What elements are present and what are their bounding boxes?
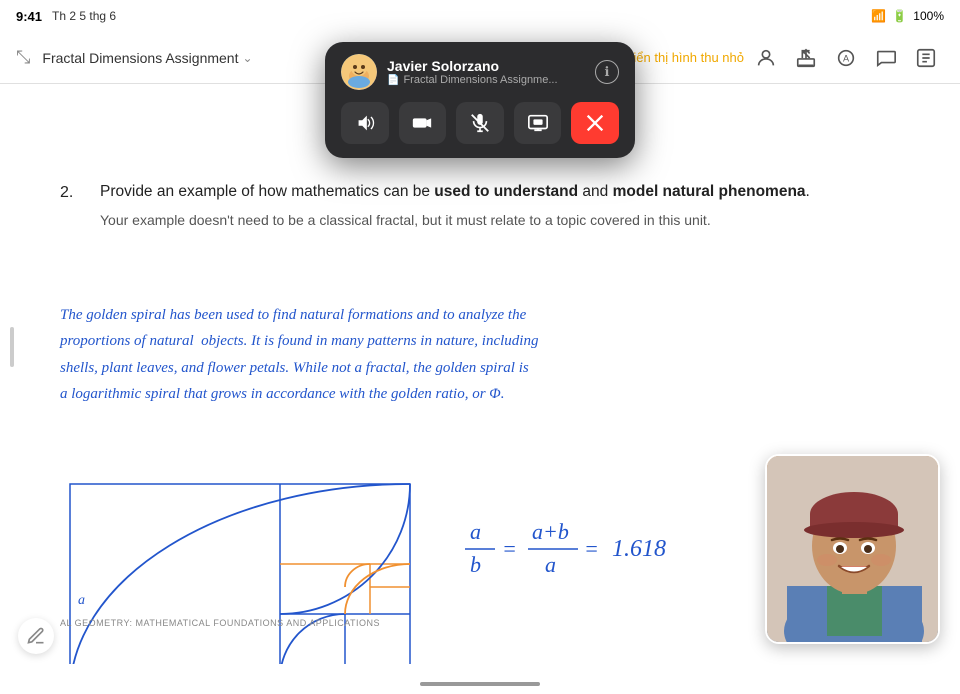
fibonacci-diagram: a a b bbox=[60, 474, 430, 664]
status-bar: 9:41 Th 2 5 thg 6 📶 🔋 100% bbox=[0, 0, 960, 32]
pencil-tool-button[interactable] bbox=[18, 618, 54, 654]
math-formula: a b = a+b a = 1.618 bbox=[460, 504, 720, 600]
selfie-face bbox=[767, 456, 938, 642]
facetime-avatar bbox=[341, 54, 377, 90]
facetime-mic-button[interactable] bbox=[456, 102, 504, 144]
wifi-icon: 📶 bbox=[871, 9, 886, 23]
home-indicator bbox=[420, 682, 540, 686]
share-icon-button[interactable] bbox=[788, 40, 824, 76]
svg-text:=: = bbox=[502, 536, 517, 561]
question-text-intro: Provide an example of how mathematics ca… bbox=[100, 183, 810, 200]
facetime-caller-name: Javier Solorzano bbox=[387, 58, 585, 74]
svg-text:=: = bbox=[584, 536, 599, 561]
question-number: 2. bbox=[60, 184, 73, 202]
math-formula-svg: a b = a+b a = 1.618 bbox=[460, 504, 720, 594]
svg-text:a: a bbox=[78, 593, 85, 608]
svg-text:a: a bbox=[545, 552, 556, 577]
doc-icon: 📄 bbox=[387, 75, 399, 86]
facetime-info-button[interactable]: ℹ bbox=[595, 60, 619, 84]
facetime-doc-text: Fractal Dimensions Assignme... bbox=[403, 74, 557, 86]
handwritten-line-1: The golden spiral has been used to find … bbox=[60, 302, 900, 328]
status-date: Th 2 5 thg 6 bbox=[52, 9, 116, 23]
svg-text:a+b: a+b bbox=[532, 519, 569, 544]
facetime-controls bbox=[341, 102, 619, 144]
facetime-camera-button[interactable] bbox=[399, 102, 447, 144]
person-icon-button[interactable] bbox=[748, 40, 784, 76]
svg-text:b: b bbox=[470, 552, 481, 577]
selfie-svg bbox=[767, 456, 940, 644]
handwritten-answer: The golden spiral has been used to find … bbox=[60, 302, 900, 407]
left-sidebar-handle[interactable] bbox=[10, 327, 14, 367]
fibonacci-svg: a a b bbox=[60, 474, 430, 664]
bubble-icon-button[interactable] bbox=[868, 40, 904, 76]
battery-icon: 🔋 bbox=[892, 9, 907, 23]
facetime-end-call-button[interactable] bbox=[571, 102, 619, 144]
pencil-tip-icon-button[interactable]: A bbox=[828, 40, 864, 76]
facetime-screen-share-button[interactable] bbox=[514, 102, 562, 144]
doc-title-container: Fractal Dimensions Assignment ⌄ bbox=[42, 50, 252, 66]
facetime-info: Javier Solorzano 📄 Fractal Dimensions As… bbox=[387, 58, 585, 86]
svg-text:A: A bbox=[843, 53, 850, 63]
facetime-header: Javier Solorzano 📄 Fractal Dimensions As… bbox=[341, 54, 619, 90]
svg-text:1.618: 1.618 bbox=[612, 536, 666, 562]
facetime-speaker-button[interactable] bbox=[341, 102, 389, 144]
selfie-video bbox=[765, 454, 940, 644]
facetime-doc-name: 📄 Fractal Dimensions Assignme... bbox=[387, 74, 585, 86]
handwritten-line-3: shells, plant leaves, and flower petals.… bbox=[60, 355, 900, 381]
toolbar-right: Hiển thị hình thu nhỏ A bbox=[624, 40, 944, 76]
edit-icon-button[interactable] bbox=[908, 40, 944, 76]
question-text: Provide an example of how mathematics ca… bbox=[100, 180, 900, 231]
collapse-icon[interactable]: ⤡ bbox=[16, 47, 30, 68]
doc-title-text: Fractal Dimensions Assignment bbox=[42, 50, 238, 66]
battery-level: 100% bbox=[913, 9, 944, 23]
question-subtext: Your example doesn't need to be a classi… bbox=[100, 210, 900, 231]
handwritten-line-2: proportions of natural objects. It is fo… bbox=[60, 328, 900, 354]
status-icons: 📶 🔋 100% bbox=[871, 9, 944, 23]
toolbar-left: ⤡ Fractal Dimensions Assignment ⌄ bbox=[16, 47, 253, 68]
thumbnail-button[interactable]: Hiển thị hình thu nhỏ bbox=[624, 50, 744, 65]
status-time: 9:41 bbox=[16, 9, 42, 24]
handwritten-line-4: a logarithmic spiral that grows in accor… bbox=[60, 381, 900, 407]
facetime-overlay: Javier Solorzano 📄 Fractal Dimensions As… bbox=[325, 42, 635, 158]
doc-title-chevron-icon[interactable]: ⌄ bbox=[242, 51, 252, 65]
svg-text:a: a bbox=[470, 519, 481, 544]
book-label: AL GEOMETRY: MATHEMATICAL FOUNDATIONS AN… bbox=[60, 618, 380, 628]
